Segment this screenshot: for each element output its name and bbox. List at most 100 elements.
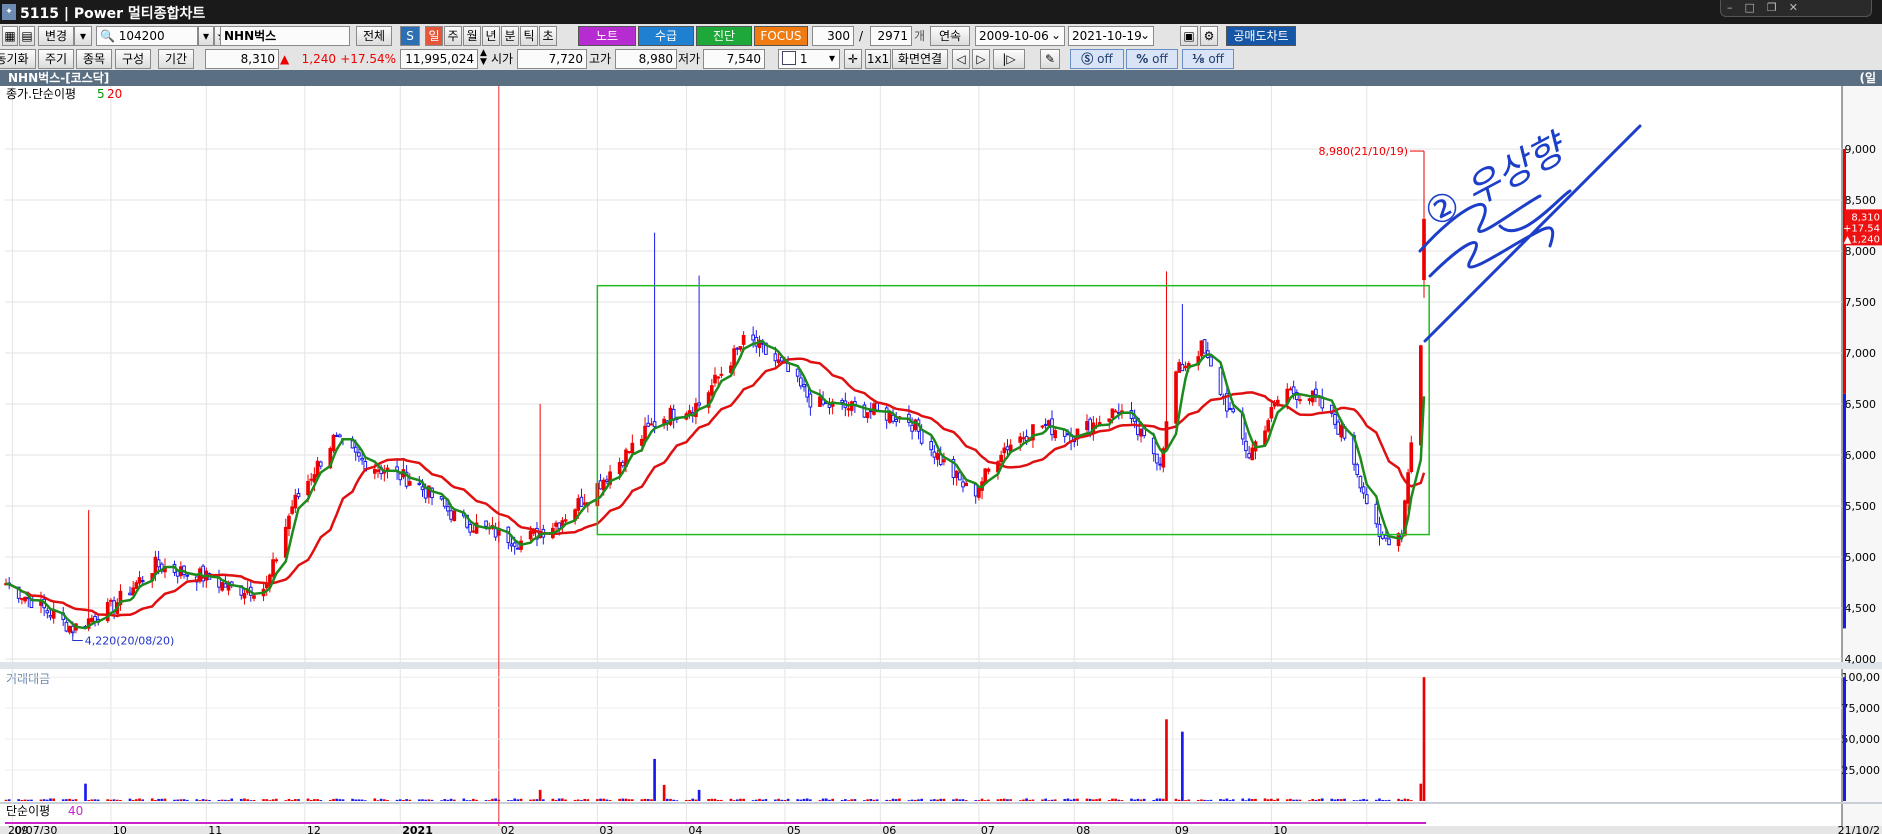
volume-bar (1266, 799, 1270, 801)
scroll-end-icon[interactable]: |▷ (993, 49, 1025, 69)
candle-body (932, 451, 937, 458)
stock-button[interactable]: 종목 (76, 49, 112, 69)
ratio-button[interactable]: 1x1 (865, 49, 891, 69)
candle-body (471, 530, 476, 533)
all-button[interactable]: 전체 (356, 26, 392, 46)
candle-body (512, 542, 517, 547)
candle-body (1288, 388, 1293, 391)
x-tick-label: 09 (1175, 824, 1189, 834)
period-button[interactable]: 기간 (158, 49, 194, 69)
candle-body (318, 461, 323, 467)
period-second-tab[interactable]: 초 (539, 26, 557, 46)
volume-bar (160, 798, 164, 801)
candle-body (185, 574, 190, 577)
period-tick-tab[interactable]: 틱 (520, 26, 538, 46)
short-sell-chart-button[interactable]: 공매도차트 (1226, 26, 1296, 46)
focus-button[interactable]: FOCUS (754, 26, 808, 46)
candle-body (649, 423, 654, 426)
volume-tick-label: 50,000 (1842, 733, 1881, 746)
candle-body (1218, 367, 1223, 395)
volume-bar (115, 799, 119, 801)
crosshair-icon[interactable]: ✛ (844, 49, 862, 69)
bottom-legend-period: 40 (68, 804, 83, 818)
search-icon[interactable]: 🔍 (100, 29, 115, 43)
scroll-right-icon[interactable]: ▷ (972, 49, 990, 69)
candle-body (884, 407, 889, 421)
candle-body (140, 580, 145, 583)
volume-bar (52, 798, 56, 801)
toggle-fraction-off[interactable]: ⅛ off (1182, 49, 1234, 69)
window-controls[interactable]: – □ ❐ ✕ (1720, 0, 1872, 17)
x-tick-label: 03 (599, 824, 613, 834)
screen-link-button[interactable]: 화면연결 (892, 49, 948, 69)
checkbox-icon[interactable] (782, 51, 796, 65)
volume-bar (754, 799, 758, 801)
sync-button[interactable]: 동기화 (0, 49, 36, 69)
scroll-left-icon[interactable]: ◁ (952, 49, 970, 69)
date-from-dropdown-icon[interactable]: ⌄ (1048, 26, 1064, 46)
volume-bar (497, 799, 501, 801)
price-chart[interactable]: 9,000 8,500 8,000 7,500 7,000 6,500 6,000 5,500… (0, 86, 1882, 834)
stock-code-input[interactable]: 🔍 104200 (96, 26, 198, 46)
volume-bar (449, 798, 453, 801)
volume-bar (1422, 677, 1426, 801)
toggle-percent-off[interactable]: % off (1126, 49, 1178, 69)
cycle-button[interactable]: 주기 (38, 49, 74, 69)
overlay-dropdown-icon[interactable]: ▾ (824, 49, 840, 69)
window-list-icon[interactable]: ▤ (19, 26, 35, 46)
volume-bar (42, 799, 46, 801)
diagnosis-button[interactable]: 진단 (696, 26, 752, 46)
candle-body (1291, 386, 1296, 395)
volume-bar (84, 783, 87, 801)
candle-body (818, 396, 822, 407)
supply-button[interactable]: 수급 (638, 26, 694, 46)
save-icon[interactable]: ▣ (1180, 26, 1198, 46)
x-tick-label: 21/10/2 (1838, 824, 1880, 834)
period-day-tab[interactable]: 일 (425, 26, 443, 46)
continuous-button[interactable]: 연속 (930, 26, 970, 46)
layout-icon[interactable]: ▦ (2, 26, 18, 46)
count-input[interactable]: 300 (812, 26, 854, 46)
note-button[interactable]: 노트 (578, 26, 636, 46)
tools-icon[interactable]: ⚙ (1200, 26, 1218, 46)
y-tick-label: 8,000 (1845, 245, 1877, 258)
volume-bar (1006, 799, 1009, 801)
volume-bar (573, 799, 577, 801)
volume-bar (90, 799, 94, 801)
compose-button[interactable]: 구성 (115, 49, 151, 69)
minimize-icon[interactable]: – (1727, 1, 1733, 15)
volume-bar (872, 799, 876, 801)
volume-bar (1314, 799, 1318, 801)
candle-body (1228, 407, 1232, 410)
close-icon[interactable]: ✕ (1789, 1, 1798, 15)
volume-spin-icon[interactable]: ▲ ▼ (480, 49, 487, 67)
settings-s-icon[interactable]: S (400, 26, 420, 46)
volume-bar (360, 799, 364, 801)
change-button[interactable]: 변경 (38, 26, 74, 46)
volume-tick-label: 75,000 (1842, 702, 1881, 715)
candle-body (1333, 414, 1337, 425)
date-to-dropdown-icon[interactable]: ⌄ (1137, 26, 1153, 46)
volume-bar (977, 800, 981, 801)
volume-bar (408, 799, 412, 801)
draw-tool-icon[interactable]: ✎ (1040, 49, 1060, 69)
y-tick-label: 5,000 (1845, 551, 1877, 564)
period-year-tab[interactable]: 년 (482, 26, 500, 46)
period-minute-tab[interactable]: 분 (501, 26, 519, 46)
maximize-icon[interactable]: □ (1745, 1, 1755, 15)
volume-bar (1209, 799, 1213, 801)
volume-bar (561, 798, 564, 801)
stock-name-field[interactable]: NHN벅스 (220, 26, 350, 46)
toggle-s-off[interactable]: Ⓢ off (1070, 49, 1124, 69)
restore-icon[interactable]: ❐ (1767, 1, 1777, 15)
code-dropdown-icon[interactable]: ▾ (198, 26, 214, 46)
change-dropdown-icon[interactable]: ▾ (74, 26, 92, 46)
candle-body (353, 446, 358, 453)
candle-body (484, 520, 488, 527)
candle-body (617, 462, 622, 475)
candle-body (1364, 494, 1369, 504)
period-week-tab[interactable]: 주 (444, 26, 462, 46)
period-month-tab[interactable]: 월 (463, 26, 481, 46)
volume-bar (964, 800, 968, 801)
volume-bar (316, 799, 319, 801)
